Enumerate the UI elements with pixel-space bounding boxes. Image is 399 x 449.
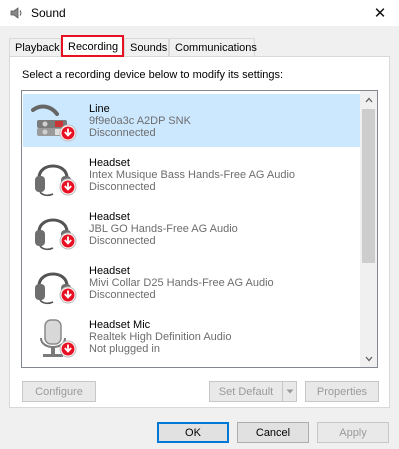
tab-label: Playback: [15, 42, 60, 54]
scroll-up-button[interactable]: [360, 91, 377, 108]
button-label: Properties: [316, 385, 368, 398]
device-detail: Realtek High Definition Audio: [89, 331, 232, 343]
device-name: Headset: [89, 265, 130, 277]
device-name: Headset: [89, 157, 130, 169]
list-item-headset-mic[interactable]: Headset Mic Realtek High Definition Audi…: [23, 310, 360, 363]
ok-button[interactable]: OK: [157, 422, 229, 443]
chevron-up-icon: [365, 97, 372, 102]
instruction-text: Select a recording device below to modif…: [22, 69, 284, 81]
device-name: Headset Mic: [89, 319, 151, 331]
device-name: Line: [89, 103, 110, 115]
cancel-button[interactable]: Cancel: [237, 422, 309, 443]
device-name: Headset: [89, 211, 130, 223]
close-button[interactable]: ✕: [361, 0, 399, 26]
button-label: Set Default: [218, 385, 274, 398]
disconnected-badge-icon: [59, 124, 77, 142]
close-icon: ✕: [373, 5, 387, 22]
tab-recording[interactable]: Recording: [61, 35, 124, 57]
button-label: Cancel: [255, 426, 291, 439]
disconnected-badge-icon: [59, 178, 77, 196]
title-bar: Sound ✕: [0, 0, 399, 26]
tab-sounds[interactable]: Sounds: [124, 38, 169, 56]
device-detail: Mivi Collar D25 Hands-Free AG Audio: [89, 277, 274, 289]
button-label: Apply: [339, 426, 367, 439]
unplugged-badge-icon: [59, 340, 77, 358]
tab-label: Recording: [68, 41, 119, 53]
list-item-headset[interactable]: Headset Intex Musique Bass Hands-Free AG…: [23, 148, 360, 201]
device-list-scrollbar[interactable]: [360, 91, 377, 367]
chevron-down-icon: [286, 389, 293, 394]
button-label: OK: [185, 426, 201, 439]
set-default-button[interactable]: Set Default: [209, 381, 283, 402]
device-list[interactable]: Line 9f9e0a3c A2DP SNK Disconnected Head…: [21, 90, 378, 368]
device-detail: Intex Musique Bass Hands-Free AG Audio: [89, 169, 296, 181]
device-status: Disconnected: [89, 235, 156, 247]
speaker-icon: [10, 7, 22, 19]
apply-button[interactable]: Apply: [317, 422, 389, 443]
properties-button[interactable]: Properties: [305, 381, 379, 402]
tab-playback[interactable]: Playback: [9, 38, 61, 56]
device-detail: JBL GO Hands-Free AG Audio: [89, 223, 238, 235]
device-detail: 9f9e0a3c A2DP SNK: [89, 115, 191, 127]
tab-label: Sounds: [130, 42, 168, 54]
device-status: Disconnected: [89, 181, 156, 193]
window-title: Sound: [31, 6, 66, 20]
device-status: Disconnected: [89, 289, 156, 301]
configure-button[interactable]: Configure: [22, 381, 96, 402]
tab-communications[interactable]: Communications: [169, 38, 257, 56]
scroll-down-button[interactable]: [360, 350, 377, 367]
list-item-line[interactable]: Line 9f9e0a3c A2DP SNK Disconnected: [23, 94, 360, 147]
set-default-dropdown[interactable]: [282, 381, 297, 402]
tab-label: Communications: [175, 42, 257, 54]
device-status: Disconnected: [89, 127, 156, 139]
list-item-headset[interactable]: Headset JBL GO Hands-Free AG Audio Disco…: [23, 202, 360, 255]
disconnected-badge-icon: [59, 286, 77, 304]
chevron-down-icon: [365, 356, 372, 361]
disconnected-badge-icon: [59, 232, 77, 250]
list-item-headset[interactable]: Headset Mivi Collar D25 Hands-Free AG Au…: [23, 256, 360, 309]
button-label: Configure: [35, 385, 83, 398]
device-status: Not plugged in: [89, 343, 160, 355]
scroll-thumb[interactable]: [362, 109, 375, 263]
